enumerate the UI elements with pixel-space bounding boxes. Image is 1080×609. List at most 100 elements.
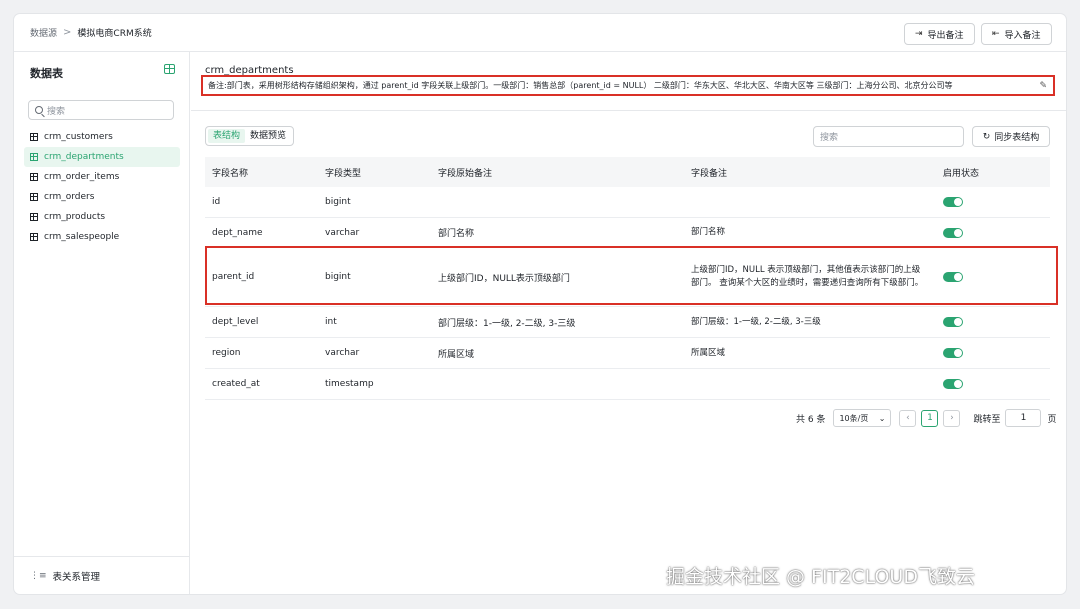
tab-data-preview[interactable]: 数据预览 xyxy=(245,129,291,143)
table-list: crm_customers crm_departments crm_order_… xyxy=(24,127,180,247)
next-page-button[interactable]: › xyxy=(943,409,961,427)
prev-page-button[interactable]: ‹ xyxy=(899,409,917,427)
field-type: timestamp xyxy=(325,379,374,389)
tab-structure[interactable]: 表结构 xyxy=(208,129,246,143)
table-header: 字段名称 字段类型 字段原始备注 字段备注 启用状态 xyxy=(205,157,1050,187)
enabled-toggle[interactable] xyxy=(943,348,963,358)
sidebar-search-placeholder: 搜索 xyxy=(47,106,66,117)
chevron-right-icon: › xyxy=(950,413,954,423)
table-icon xyxy=(30,213,38,221)
page-unit-label: 页 xyxy=(1047,414,1057,425)
import-remark-button[interactable]: ⇤ 导入备注 xyxy=(981,23,1052,45)
field-original-remark: 所属区域 xyxy=(438,349,475,360)
jump-page-input[interactable]: 1 xyxy=(1005,409,1042,427)
sidebar: 数据表 搜索 crm_customers crm_departments crm… xyxy=(14,52,190,594)
edit-pencil-icon[interactable]: ✎ xyxy=(1039,81,1047,91)
breadcrumb-root[interactable]: 数据源 xyxy=(30,26,57,39)
field-type: bigint xyxy=(325,197,351,207)
view-tabs: 表结构 数据预览 xyxy=(205,126,295,146)
sidebar-item-label: crm_departments xyxy=(44,152,124,162)
table-icon xyxy=(30,193,38,201)
top-bar: 数据源 > 模拟电商CRM系统 ⇥ 导出备注 ⇤ 导入备注 xyxy=(14,14,1066,52)
field-remark[interactable]: 部门名称 xyxy=(684,226,936,239)
column-header: 字段类型 xyxy=(325,168,362,179)
field-remark-text: 上级部门ID，NULL 表示顶级部门，其他值表示该部门的上级部门。 查询某个大区… xyxy=(691,265,924,288)
sidebar-item-crm-departments[interactable]: crm_departments xyxy=(24,147,180,167)
sidebar-item-label: crm_products xyxy=(44,212,106,222)
sidebar-item-label: crm_salespeople xyxy=(44,232,120,242)
export-icon: ⇥ xyxy=(915,29,923,39)
field-remark[interactable]: 所属区域 xyxy=(684,347,936,360)
sidebar-item-crm-orders[interactable]: crm_orders xyxy=(24,187,180,207)
enabled-toggle[interactable] xyxy=(943,227,963,238)
field-name: created_at xyxy=(212,379,260,389)
enabled-toggle[interactable] xyxy=(943,379,963,389)
breadcrumb: 数据源 > 模拟电商CRM系统 xyxy=(30,26,152,39)
export-remark-button[interactable]: ⇥ 导出备注 xyxy=(904,23,975,45)
sync-structure-label: 同步表结构 xyxy=(994,133,1040,143)
sidebar-item-crm-products[interactable]: crm_products xyxy=(24,207,180,227)
sync-structure-button[interactable]: ↻ 同步表结构 xyxy=(972,126,1050,147)
field-type: int xyxy=(325,317,337,327)
enabled-toggle[interactable] xyxy=(943,317,963,327)
enabled-cell xyxy=(936,227,1050,238)
pagination-total: 共 6 条 xyxy=(796,414,826,425)
pagination: 共 6 条 10条/页 ⌄ ‹ 1 › 跳转至 1 页 xyxy=(796,409,1056,427)
export-remark-label: 导出备注 xyxy=(927,30,964,41)
field-name: region xyxy=(212,348,241,358)
field-name: id xyxy=(212,197,221,207)
relation-manage-button[interactable]: ⋮≡ 表关系管理 xyxy=(14,556,189,594)
sidebar-search-input[interactable]: 搜索 xyxy=(28,100,174,120)
table-row: parent_id bigint 上级部门ID，NULL表示顶级部门 上级部门I… xyxy=(205,248,1050,307)
page-size-value: 10条/页 xyxy=(839,413,869,423)
refresh-icon: ↻ xyxy=(982,131,991,142)
table-icon xyxy=(30,153,38,161)
table-row: id bigint xyxy=(205,187,1050,218)
field-search-placeholder: 搜索 xyxy=(820,133,839,143)
column-header: 字段原始备注 xyxy=(438,168,493,179)
enabled-cell xyxy=(936,379,1050,389)
app-window: 数据源 > 模拟电商CRM系统 ⇥ 导出备注 ⇤ 导入备注 数据表 搜索 crm… xyxy=(14,14,1066,594)
table-remark: 备注:部门表，采用树形结构存储组织架构，通过 parent_id 字段关联上级部… xyxy=(208,81,953,90)
sidebar-item-label: crm_customers xyxy=(44,132,113,142)
field-remark-text: 部门层级：1-一级, 2-二级, 3-三级 xyxy=(691,316,821,327)
relation-manage-label: 表关系管理 xyxy=(52,571,101,583)
table-icon xyxy=(30,233,38,241)
field-remark-text: 部门名称 xyxy=(691,227,726,237)
column-header: 字段名称 xyxy=(212,168,249,179)
table-row: region varchar 所属区域 所属区域 xyxy=(205,338,1050,369)
enabled-toggle[interactable] xyxy=(943,197,963,207)
page-size-select[interactable]: 10条/页 ⌄ xyxy=(833,409,892,427)
sidebar-item-crm-order-items[interactable]: crm_order_items xyxy=(24,167,180,187)
jump-label: 跳转至 xyxy=(973,414,1001,425)
sidebar-item-label: crm_orders xyxy=(44,192,95,202)
sidebar-item-label: crm_order_items xyxy=(44,172,120,182)
table-icon xyxy=(30,133,38,141)
search-icon xyxy=(35,106,43,114)
field-type: varchar xyxy=(325,348,360,358)
table-row: created_at timestamp xyxy=(205,369,1050,400)
table-row: dept_name varchar 部门名称 部门名称 xyxy=(205,218,1050,248)
sidebar-item-crm-customers[interactable]: crm_customers xyxy=(24,127,180,147)
table-row: dept_level int 部门层级：1-一级, 2-二级, 3-三级 部门层… xyxy=(205,307,1050,338)
field-remark-text: 所属区域 xyxy=(691,347,726,358)
sidebar-item-crm-salespeople[interactable]: crm_salespeople xyxy=(24,227,180,247)
field-original-remark: 上级部门ID，NULL表示顶级部门 xyxy=(438,273,570,284)
table-grid-icon[interactable] xyxy=(164,64,175,74)
divider xyxy=(191,110,1066,111)
field-remark[interactable]: 部门层级：1-一级, 2-二级, 3-三级 xyxy=(684,316,936,329)
breadcrumb-current: 模拟电商CRM系统 xyxy=(77,29,152,39)
column-header: 启用状态 xyxy=(943,168,980,179)
page-number-button[interactable]: 1 xyxy=(921,409,939,427)
fields-table: 字段名称 字段类型 字段原始备注 字段备注 启用状态 id bigint dep… xyxy=(205,157,1050,400)
enabled-toggle[interactable] xyxy=(943,272,963,282)
import-icon: ⇤ xyxy=(992,29,1000,39)
field-remark[interactable]: 上级部门ID，NULL 表示顶级部门，其他值表示该部门的上级部门。 查询某个大区… xyxy=(684,264,936,290)
field-type: varchar xyxy=(325,227,360,238)
watermark: 掘金技术社区 @ FIT2CLOUD飞致云 xyxy=(666,566,975,588)
field-name: dept_name xyxy=(212,227,263,238)
sidebar-title: 数据表 xyxy=(30,67,63,80)
field-name: dept_level xyxy=(212,317,259,327)
breadcrumb-separator: > xyxy=(63,27,72,38)
field-search-input[interactable]: 搜索 xyxy=(813,126,964,147)
